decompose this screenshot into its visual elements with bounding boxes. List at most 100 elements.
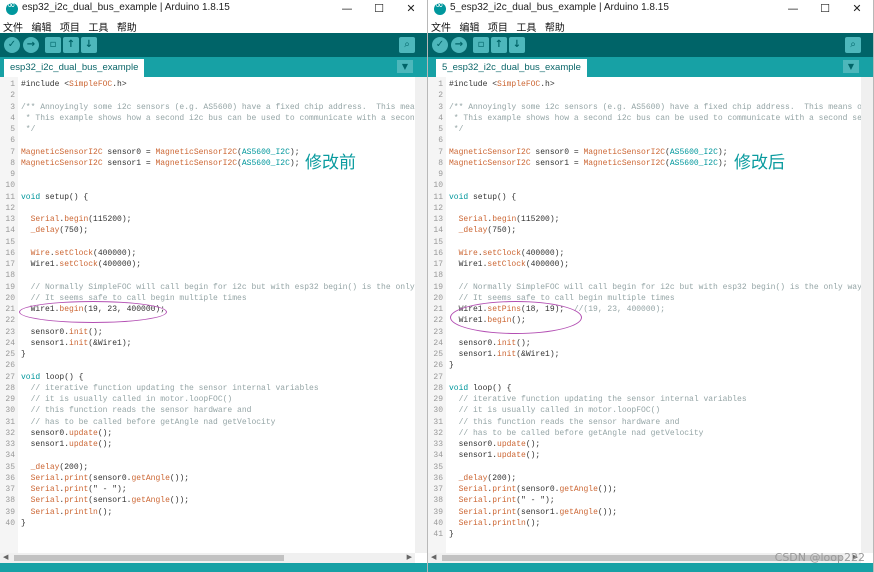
line-number: 7 [10,147,15,157]
code-text: sensor1.init(&Wire1); [21,338,132,348]
highlight-ellipse [450,301,582,334]
line-number: 22 [5,316,15,326]
code-text: Serial.print(sensor0.getAngle()); [458,485,618,494]
line-number: 21 [433,305,443,314]
line-number: 4 [10,113,15,123]
line-number: 17 [5,260,15,269]
line-number: 30 [5,406,15,416]
minimize-button[interactable]: — [777,0,809,18]
tab-sketch[interactable]: 5_esp32_i2c_dual_bus_example [436,59,587,77]
line-number: 1 [438,80,443,89]
code-text: Wire1.setClock(400000); [21,260,142,269]
code-text: Wire.setClock(400000); [458,248,565,258]
menu-bar: 文件 编辑 项目 工具 帮助 [0,18,427,34]
line-number: 13 [433,215,443,224]
code-text: } [21,518,26,528]
line-number: 13 [5,215,15,224]
upload-icon[interactable]: → [23,37,39,53]
tab-menu-icon[interactable]: ▼ [397,60,413,73]
line-number: 15 [5,237,15,247]
line-number: 3 [10,102,15,112]
verify-icon[interactable]: ✓ [4,37,20,53]
line-number: 23 [433,327,443,337]
code-text: sensor0.update(); [449,440,541,449]
close-button[interactable]: ✕ [395,0,427,18]
maximize-button[interactable]: ☐ [809,0,841,18]
line-number: 4 [438,113,443,123]
line-number: 40 [5,518,15,528]
save-icon[interactable]: ↓ [509,37,525,53]
scroll-left-icon[interactable]: ◀ [431,553,436,563]
arduino-icon [6,0,18,15]
line-number: 17 [433,260,443,269]
scroll-left-icon[interactable]: ◀ [3,553,8,563]
verify-icon[interactable]: ✓ [432,37,448,53]
tab-sketch[interactable]: esp32_i2c_dual_bus_example [4,59,145,77]
line-number: 5 [438,125,443,134]
menu-bar: 文件 编辑 项目 工具 帮助 [428,18,873,34]
line-number: 25 [5,350,15,359]
scroll-thumb[interactable] [14,555,284,561]
line-number: 33 [433,440,443,449]
line-number: 35 [433,462,443,472]
upload-icon[interactable]: → [451,37,467,53]
code-text: // this function reads the sensor hardwa… [449,417,680,427]
line-number: 9 [438,170,443,179]
line-number: 15 [433,237,443,247]
line-number: 31 [5,417,15,427]
code-text: Serial.print(sensor1.getAngle()); [458,507,618,517]
line-number: 40 [433,518,443,528]
code-text: } [449,530,454,539]
maximize-button[interactable]: ☐ [363,0,395,18]
code-text: } [449,361,454,371]
line-number: 8 [10,158,15,168]
line-number: 37 [5,485,15,494]
horizontal-scrollbar[interactable]: ◀ ▶ [0,553,415,563]
code-text: Serial.begin(115200); [30,215,132,224]
code-text: MagneticSensorI2C sensor1 = MagneticSens… [21,158,300,168]
line-number: 12 [433,203,443,213]
arduino-window-after: 5_esp32_i2c_dual_bus_example | Arduino 1… [428,0,874,572]
code-text: sensor1.update(); [21,440,113,449]
tab-menu-icon[interactable]: ▼ [843,60,859,73]
line-number: 32 [5,428,15,438]
code-text: void loop() { [21,372,84,382]
line-number: 36 [5,473,15,483]
code-text: Serial.begin(115200); [458,215,560,224]
line-number: 21 [5,305,15,314]
line-number: 12 [5,203,15,213]
save-icon[interactable]: ↓ [81,37,97,53]
line-number: 19 [433,282,443,292]
code-text: Wire1.setClock(400000); [449,260,570,269]
line-number: 26 [5,361,15,371]
line-number: 26 [433,361,443,371]
open-icon[interactable]: ↑ [63,37,79,53]
title-bar: esp32_i2c_dual_bus_example | Arduino 1.8… [0,0,427,18]
new-icon[interactable]: ▫ [473,37,489,53]
serial-monitor-icon[interactable]: ⌕ [399,37,415,53]
line-number: 10 [433,181,443,191]
line-number: 28 [433,383,443,393]
open-icon[interactable]: ↑ [491,37,507,53]
new-icon[interactable]: ▫ [45,37,61,53]
line-number: 29 [5,395,15,404]
line-number: 6 [10,136,15,146]
arduino-window-before: esp32_i2c_dual_bus_example | Arduino 1.8… [0,0,428,572]
code-text: Serial.print(" - "); [458,496,555,506]
code-text: Wire.setClock(400000); [30,248,137,258]
line-number: 16 [433,248,443,258]
vertical-scrollbar[interactable] [415,77,427,553]
line-number: 18 [433,271,443,281]
line-number: 34 [433,451,443,461]
annotation-label: 修改后 [734,153,785,173]
code-text: Serial.print(sensor0.getAngle()); [30,473,190,483]
minimize-button[interactable]: — [331,0,363,18]
annotation-label: 修改前 [305,153,356,173]
serial-monitor-icon[interactable]: ⌕ [845,37,861,53]
code-text: // it is usually called in motor.loopFOC… [21,395,233,404]
line-number: 34 [5,451,15,461]
close-button[interactable]: ✕ [841,0,873,18]
line-number: 9 [10,170,15,179]
vertical-scrollbar[interactable] [861,77,873,553]
scroll-right-icon[interactable]: ▶ [407,553,412,563]
